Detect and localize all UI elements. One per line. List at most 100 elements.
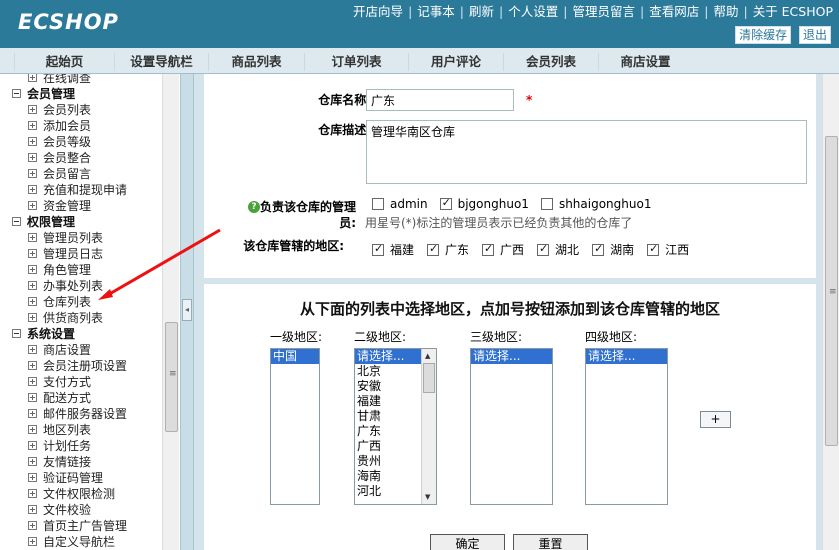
expand-icon[interactable] bbox=[28, 457, 37, 466]
expand-icon[interactable] bbox=[28, 153, 37, 162]
expand-icon[interactable] bbox=[28, 473, 37, 482]
expand-icon[interactable] bbox=[28, 489, 37, 498]
expand-icon[interactable] bbox=[28, 105, 37, 114]
content-scrollbar[interactable]: ≡ bbox=[822, 74, 839, 550]
collapse-left-icon[interactable]: ◂ bbox=[182, 299, 192, 321]
expand-icon[interactable] bbox=[28, 201, 37, 210]
expand-icon[interactable] bbox=[28, 169, 37, 178]
expand-icon[interactable] bbox=[28, 377, 37, 386]
expand-icon[interactable] bbox=[28, 409, 37, 418]
nav-tab[interactable]: 设置导航栏 bbox=[114, 53, 208, 71]
level2-scrollbar[interactable]: ▲ ▼ bbox=[421, 349, 436, 504]
menu-item[interactable]: 会员整合 bbox=[28, 150, 91, 166]
left-menu-scrollbar[interactable]: ≡ bbox=[162, 74, 179, 550]
expand-icon[interactable] bbox=[28, 281, 37, 290]
expand-icon[interactable] bbox=[28, 249, 37, 258]
expand-icon[interactable] bbox=[28, 265, 37, 274]
expand-icon[interactable] bbox=[28, 537, 37, 546]
menu-group[interactable]: 权限管理 bbox=[12, 214, 75, 230]
menu-item[interactable]: 充值和提现申请 bbox=[28, 182, 127, 198]
content-scrollbar-thumb[interactable]: ≡ bbox=[825, 136, 838, 446]
manager-option[interactable]: bjgonghuo1 bbox=[439, 196, 529, 211]
menu-item[interactable]: 仓库列表 bbox=[28, 294, 91, 310]
scroll-down-icon[interactable]: ▼ bbox=[425, 493, 430, 501]
expand-icon[interactable] bbox=[28, 361, 37, 370]
collapse-icon[interactable] bbox=[12, 89, 21, 98]
menu-item[interactable]: 文件权限检测 bbox=[28, 486, 115, 502]
top-link[interactable]: 关于 ECSHOP bbox=[753, 4, 833, 19]
menu-item[interactable]: 支付方式 bbox=[28, 374, 91, 390]
nav-tab[interactable]: 订单列表 bbox=[304, 53, 408, 71]
help-icon[interactable]: ? bbox=[247, 200, 260, 213]
menu-item[interactable]: 配送方式 bbox=[28, 390, 91, 406]
menu-item[interactable]: 文件校验 bbox=[28, 502, 91, 518]
manager-checkbox[interactable] bbox=[439, 196, 452, 210]
manager-checkbox[interactable] bbox=[372, 197, 384, 210]
level4-select[interactable]: 请选择... bbox=[585, 348, 668, 505]
menu-item[interactable]: 自定义导航栏 bbox=[28, 534, 115, 550]
expand-icon[interactable] bbox=[28, 393, 37, 402]
collapse-icon[interactable] bbox=[12, 217, 21, 226]
name-input[interactable]: 广东 bbox=[366, 89, 514, 111]
listbox-option[interactable]: 中国 bbox=[271, 349, 319, 364]
region-checkbox[interactable] bbox=[427, 242, 440, 256]
manager-option[interactable]: shhaigonghuo1 bbox=[540, 197, 651, 211]
expand-icon[interactable] bbox=[28, 505, 37, 514]
expand-icon[interactable] bbox=[28, 233, 37, 242]
menu-item[interactable]: 会员等级 bbox=[28, 134, 91, 150]
reset-button[interactable]: 重置 bbox=[513, 534, 588, 550]
expand-icon[interactable] bbox=[28, 185, 37, 194]
menu-item[interactable]: 管理员列表 bbox=[28, 230, 103, 246]
region-option[interactable]: 广西 bbox=[482, 242, 524, 257]
region-option[interactable]: 广东 bbox=[427, 242, 469, 257]
listbox-option[interactable]: 请选择... bbox=[471, 349, 552, 364]
menu-item[interactable]: 地区列表 bbox=[28, 422, 91, 438]
region-checkbox[interactable] bbox=[482, 242, 495, 256]
manager-checkbox[interactable] bbox=[540, 197, 553, 210]
menu-group[interactable]: 会员管理 bbox=[12, 86, 75, 102]
expand-icon[interactable] bbox=[28, 425, 37, 434]
add-region-button[interactable]: + bbox=[700, 411, 731, 428]
region-option[interactable]: 福建 bbox=[372, 242, 414, 257]
menu-item[interactable]: 会员注册项设置 bbox=[28, 358, 127, 374]
top-link[interactable]: 记事本 bbox=[417, 4, 455, 19]
region-option[interactable]: 江西 bbox=[647, 242, 689, 257]
manager-option[interactable]: admin bbox=[372, 197, 428, 211]
clear-cache-button[interactable]: 清除缓存 bbox=[735, 26, 792, 44]
nav-tab[interactable]: 商品列表 bbox=[208, 53, 304, 71]
menu-item[interactable]: 添加会员 bbox=[28, 118, 91, 134]
menu-item[interactable]: 资金管理 bbox=[28, 198, 91, 214]
menu-item[interactable]: 验证码管理 bbox=[28, 470, 103, 486]
menu-item[interactable]: 计划任务 bbox=[28, 438, 91, 454]
collapse-icon[interactable] bbox=[12, 329, 21, 338]
menu-item[interactable]: 友情链接 bbox=[28, 454, 91, 470]
menu-item[interactable]: 邮件服务器设置 bbox=[28, 406, 127, 422]
region-option[interactable]: 湖南 bbox=[592, 242, 634, 257]
region-checkbox[interactable] bbox=[372, 242, 384, 256]
nav-tab[interactable]: 会员列表 bbox=[503, 53, 598, 71]
menu-item[interactable]: 会员列表 bbox=[28, 102, 91, 118]
menu-item[interactable]: 管理员日志 bbox=[28, 246, 103, 262]
menu-group[interactable]: 系统设置 bbox=[12, 326, 75, 342]
menu-item[interactable]: 商店设置 bbox=[28, 342, 91, 358]
level2-select[interactable]: 请选择... 北京 安徽 福建 甘肃 广东 广西 贵州 海南 河北 ▲ ▼ bbox=[354, 348, 437, 505]
menu-item[interactable]: 首页主广告管理 bbox=[28, 518, 127, 534]
expand-icon[interactable] bbox=[28, 521, 37, 530]
expand-icon[interactable] bbox=[28, 137, 37, 146]
frame-splitter[interactable]: ◂ bbox=[180, 74, 194, 550]
expand-icon[interactable] bbox=[28, 313, 37, 322]
logout-button[interactable]: 退出 bbox=[798, 26, 831, 44]
nav-tab[interactable]: 用户评论 bbox=[408, 53, 503, 71]
level2-scroll-thumb[interactable] bbox=[423, 363, 435, 393]
menu-item[interactable]: 会员留言 bbox=[28, 166, 91, 182]
menu-item[interactable]: 办事处列表 bbox=[28, 278, 103, 294]
scroll-up-icon[interactable]: ▲ bbox=[425, 352, 430, 360]
region-checkbox[interactable] bbox=[592, 242, 605, 256]
region-checkbox[interactable] bbox=[537, 242, 550, 256]
expand-icon[interactable] bbox=[28, 121, 37, 130]
top-link[interactable]: 刷新 bbox=[469, 4, 494, 19]
menu-item[interactable]: 供货商列表 bbox=[28, 310, 103, 326]
top-link[interactable]: 管理员留言 bbox=[572, 4, 635, 19]
desc-textarea[interactable]: 管理华南区仓库 bbox=[366, 120, 807, 184]
region-option[interactable]: 湖北 bbox=[537, 242, 579, 257]
